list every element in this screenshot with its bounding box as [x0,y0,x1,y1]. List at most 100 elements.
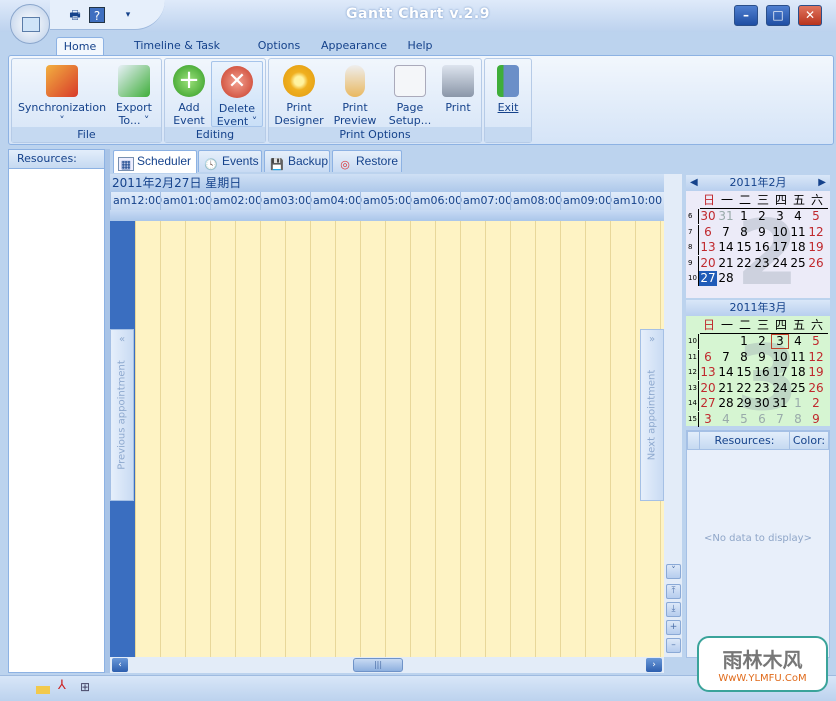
column-color[interactable]: Color: [790,432,828,449]
column-resources[interactable]: Resources: [700,432,790,449]
day-cell[interactable]: 9 [753,225,771,240]
day-cell[interactable]: 5 [807,209,825,224]
day-cell[interactable]: 22 [735,256,753,271]
day-cell[interactable]: 7 [771,412,789,427]
day-cell[interactable]: 16 [753,240,771,255]
day-cell[interactable]: 18 [789,240,807,255]
day-cell[interactable]: 4 [789,209,807,224]
previous-appointment-button[interactable]: « Previous appointment [110,329,134,501]
scheduler-grid[interactable]: « Previous appointment » Next appointment [110,221,664,657]
day-cell[interactable]: 14 [717,240,735,255]
prev-month-icon[interactable]: ◀ [690,175,698,191]
day-cell[interactable]: 1 [789,396,807,411]
tab-home[interactable]: Home [56,37,104,56]
page-setup-button[interactable]: Page Setup... [385,61,435,127]
day-cell[interactable]: 20 [699,256,717,271]
day-cell[interactable]: 6 [699,350,717,365]
delete-event-button[interactable]: ✕ Delete Event ˅ [211,61,263,128]
day-cell[interactable]: 26 [807,256,825,271]
day-cell[interactable]: 2 [807,396,825,411]
day-cell[interactable]: 17 [771,365,789,380]
day-cell[interactable]: 7 [717,225,735,240]
scroll-bottom-icon[interactable]: ⤓ [666,602,681,617]
day-cell[interactable]: 9 [807,412,825,427]
next-month-icon[interactable]: ▶ [818,175,826,191]
day-cell[interactable]: 15 [735,365,753,380]
day-cell[interactable]: 27 [699,396,717,411]
horizontal-scrollbar[interactable]: ‹ ||| › [110,657,664,673]
day-cell[interactable]: 8 [735,225,753,240]
day-cell[interactable]: 12 [807,225,825,240]
day-cell[interactable]: 28 [717,271,735,286]
scroll-thumb[interactable]: ||| [353,658,403,672]
print-preview-button[interactable]: Print Preview [329,61,381,127]
synchronization-button[interactable]: Synchronization ˅ [16,61,108,127]
tab-scheduler[interactable]: ▦ Scheduler [113,150,197,173]
tab-options[interactable]: Options [252,37,306,56]
day-cell[interactable]: 6 [753,412,771,427]
print-icon[interactable]: 🖶 [67,7,83,23]
day-cell[interactable]: 18 [789,365,807,380]
tab-restore[interactable]: ◎ Restore [332,150,402,172]
tab-timeline-task-options[interactable]: Timeline & Task Options [112,37,242,69]
day-cell[interactable]: 16 [753,365,771,380]
customize-icon[interactable]: ▾ [120,7,136,23]
day-cell[interactable]: 26 [807,381,825,396]
day-cell[interactable]: 25 [789,381,807,396]
day-cell[interactable]: 23 [753,256,771,271]
scroll-right-icon[interactable]: › [646,658,662,672]
day-cell[interactable]: 31 [717,209,735,224]
day-cell[interactable]: 1 [735,209,753,224]
tab-backup[interactable]: 💾 Backup [264,150,330,172]
day-cell[interactable]: 28 [717,396,735,411]
day-cell[interactable]: 10 [771,350,789,365]
day-cell[interactable]: 14 [717,365,735,380]
day-cell[interactable]: 30 [753,396,771,411]
vertical-scrollbar[interactable]: ˅ ⤒ ⤓ + – [664,174,682,657]
scroll-left-icon[interactable]: ‹ [112,658,128,672]
tab-help[interactable]: Help [400,37,440,56]
day-cell[interactable]: 10 [771,225,789,240]
day-cell[interactable]: 3 [771,209,789,224]
day-cell[interactable]: 17 [771,240,789,255]
exit-button[interactable]: Exit [487,61,529,127]
tab-appearance[interactable]: Appearance [316,37,392,56]
day-cell[interactable]: 21 [717,381,735,396]
day-cell[interactable]: 6 [699,225,717,240]
next-appointment-button[interactable]: » Next appointment [640,329,664,501]
day-cell[interactable]: 15 [735,240,753,255]
day-cell[interactable]: 13 [699,240,717,255]
export-to-button[interactable]: Export To... ˅ [110,61,158,127]
minimize-button[interactable]: – [734,5,758,26]
day-cell[interactable]: 2 [753,209,771,224]
day-cell[interactable]: 8 [735,350,753,365]
app-menu-button[interactable] [10,4,50,44]
day-cell[interactable]: 7 [717,350,735,365]
day-cell[interactable]: 25 [789,256,807,271]
day-cell[interactable]: 22 [735,381,753,396]
help-icon[interactable]: ? [89,7,105,23]
day-cell[interactable]: 3 [699,412,717,427]
add-event-button[interactable]: + Add Event [167,61,211,127]
day-cell[interactable]: 20 [699,381,717,396]
day-cell[interactable]: 4 [789,334,807,349]
day-cell[interactable]: 3 [771,334,789,349]
day-cell[interactable]: 30 [699,209,717,224]
day-cell[interactable]: 11 [789,225,807,240]
day-cell[interactable]: 5 [735,412,753,427]
scroll-top-icon[interactable]: ⤒ [666,584,681,599]
zoom-in-icon[interactable]: + [666,620,681,635]
close-button[interactable]: ✕ [798,5,822,26]
tab-events[interactable]: 🕓 Events [198,150,262,172]
day-cell[interactable]: 29 [735,396,753,411]
day-cell[interactable]: 19 [807,240,825,255]
scroll-down-icon[interactable]: ˅ [666,564,681,579]
day-cell[interactable]: 11 [789,350,807,365]
print-designer-button[interactable]: Print Designer [273,61,325,127]
print-button[interactable]: Print [437,61,479,127]
day-cell[interactable]: 4 [717,412,735,427]
day-cell[interactable]: 27 [699,271,717,286]
day-cell[interactable]: 19 [807,365,825,380]
day-cell[interactable]: 31 [771,396,789,411]
day-cell[interactable]: 24 [771,256,789,271]
